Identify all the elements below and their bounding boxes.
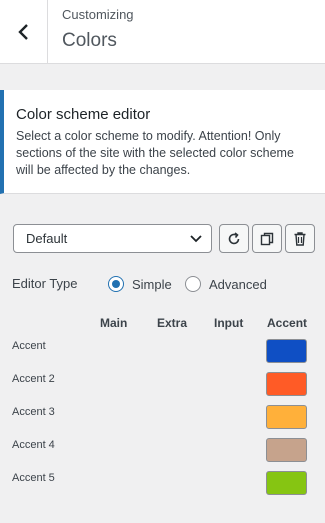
row-label-accent: Accent: [12, 340, 46, 352]
trash-icon: [294, 231, 306, 246]
column-header-input: Input: [214, 316, 244, 330]
row-label-accent-3: Accent 3: [12, 406, 55, 418]
chevron-down-icon: [190, 235, 202, 243]
column-header-extra: Extra: [157, 316, 188, 330]
description-panel: Color scheme editor Select a color schem…: [0, 90, 325, 194]
copy-icon: [260, 232, 274, 245]
reset-button[interactable]: [219, 224, 249, 253]
radio-advanced[interactable]: Advanced: [185, 276, 267, 292]
swatch-accent-3[interactable]: [266, 405, 307, 429]
delete-button[interactable]: [285, 224, 315, 253]
swatch-accent[interactable]: [266, 339, 307, 363]
color-scheme-value: Default: [26, 231, 68, 246]
swatch-accent-2[interactable]: [266, 372, 307, 396]
description-text: Select a color scheme to modify. Attenti…: [16, 129, 294, 177]
radio-simple-dot[interactable]: [108, 276, 124, 292]
customizer-header: Customizing Colors: [0, 0, 325, 64]
column-header-accent: Accent: [267, 316, 308, 330]
column-header-main: Main: [100, 316, 128, 330]
radio-simple-label: Simple: [132, 276, 172, 292]
copy-button[interactable]: [252, 224, 282, 253]
swatch-accent-5[interactable]: [266, 471, 307, 495]
chevron-left-icon: [17, 24, 28, 40]
radio-advanced-label: Advanced: [209, 276, 267, 292]
page-title: Colors: [62, 30, 117, 51]
row-label-accent-4: Accent 4: [12, 439, 55, 451]
swatch-accent-4[interactable]: [266, 438, 307, 462]
radio-advanced-dot[interactable]: [185, 276, 201, 292]
reset-icon: [228, 231, 240, 244]
description-heading: Color scheme editor: [16, 106, 151, 123]
row-label-accent-2: Accent 2: [12, 373, 55, 385]
row-label-accent-5: Accent 5: [12, 472, 55, 484]
back-button[interactable]: [0, 0, 48, 64]
radio-simple[interactable]: Simple: [108, 276, 172, 292]
breadcrumb: Customizing: [62, 7, 134, 22]
color-scheme-select[interactable]: Default: [13, 224, 212, 253]
editor-type-label: Editor Type: [12, 276, 78, 291]
